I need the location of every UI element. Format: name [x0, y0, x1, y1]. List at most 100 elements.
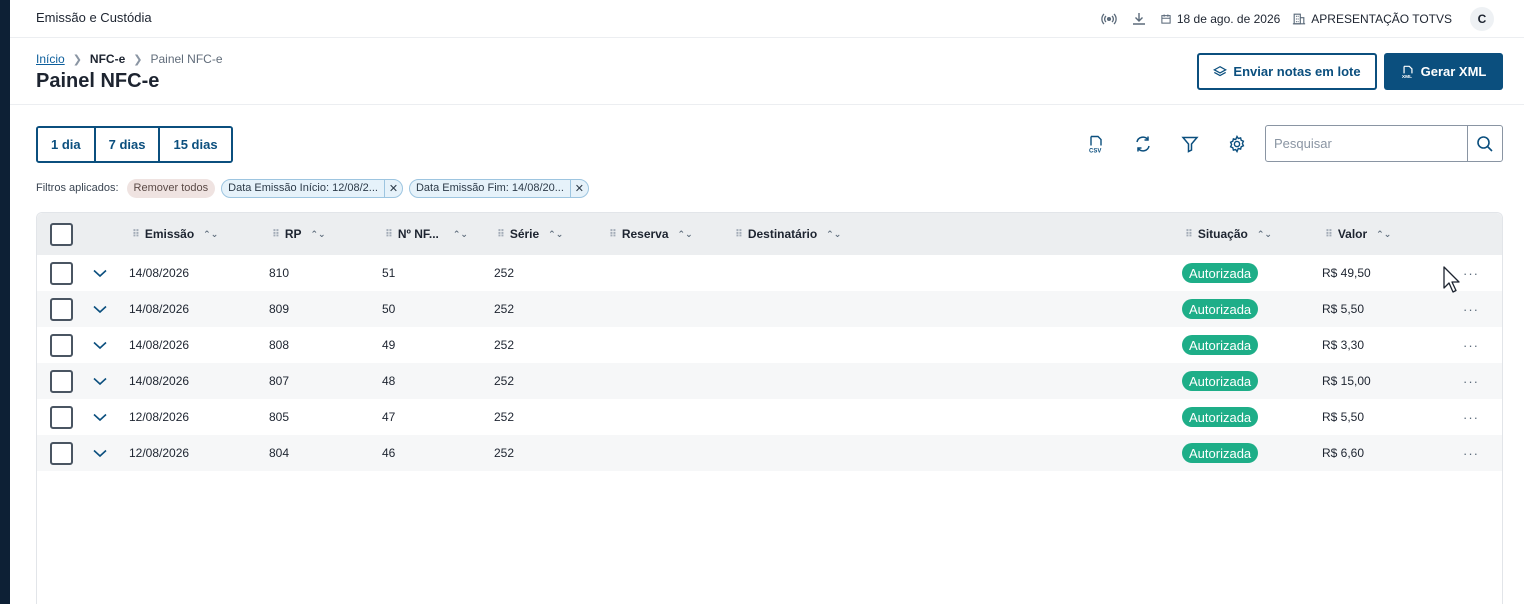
status-badge: Autorizada	[1182, 407, 1259, 427]
breadcrumb: Início ❯ NFC-e ❯ Painel NFC-e	[36, 52, 223, 66]
chevron-down-icon[interactable]	[91, 336, 109, 354]
radio-signal-icon[interactable]	[1100, 10, 1118, 28]
column-destinatario[interactable]: ⠿ Destinatário ⌃⌄	[735, 213, 841, 255]
column-nf[interactable]: ⠿ Nº NF... ⌃⌄	[385, 213, 468, 255]
drag-handle-icon[interactable]: ⠿	[609, 229, 617, 240]
drag-handle-icon[interactable]: ⠿	[497, 229, 505, 240]
drag-handle-icon[interactable]: ⠿	[1185, 229, 1193, 240]
table-row[interactable]: 12/08/2026 805 47 252 Autorizada R$ 5,50…	[37, 399, 1502, 435]
send-batch-label: Enviar notas em lote	[1233, 64, 1361, 79]
table-row[interactable]: 14/08/2026 807 48 252 Autorizada R$ 15,0…	[37, 363, 1502, 399]
remove-all-filters-button[interactable]: Remover todos	[126, 178, 216, 198]
period-15-days[interactable]: 15 dias	[160, 128, 231, 161]
cell-rp: 809	[269, 302, 290, 316]
generate-xml-label: Gerar XML	[1420, 64, 1487, 79]
search-input[interactable]	[1266, 126, 1467, 161]
table-row[interactable]: 14/08/2026 808 49 252 Autorizada R$ 3,30…	[37, 327, 1502, 363]
chevron-down-icon[interactable]	[91, 264, 109, 282]
more-icon[interactable]: ···	[1463, 399, 1479, 435]
cell-nf: 50	[382, 302, 396, 316]
send-batch-button[interactable]: Enviar notas em lote	[1197, 53, 1377, 90]
breadcrumb-section[interactable]: NFC-e	[90, 52, 125, 66]
chevron-down-icon[interactable]	[91, 444, 109, 462]
close-icon[interactable]: ✕	[569, 179, 588, 197]
column-nf-label: Nº NF...	[397, 227, 439, 241]
cell-valor: R$ 6,60	[1322, 446, 1365, 460]
row-checkbox[interactable]	[50, 262, 73, 285]
close-icon[interactable]: ✕	[383, 179, 402, 197]
avatar[interactable]: C	[1470, 7, 1494, 31]
sort-icon[interactable]: ⌃⌄	[548, 229, 563, 240]
table-row[interactable]: 14/08/2026 810 51 252 Autorizada R$ 49,5…	[37, 255, 1502, 291]
cell-valor: R$ 3,30	[1322, 338, 1365, 352]
column-emissao[interactable]: ⠿ Emissão ⌃⌄	[132, 213, 218, 255]
row-checkbox[interactable]	[50, 370, 73, 393]
period-7-days[interactable]: 7 dias	[95, 128, 161, 161]
row-checkbox[interactable]	[50, 334, 73, 357]
cell-emissao: 12/08/2026	[129, 446, 190, 460]
table-row[interactable]: 14/08/2026 809 50 252 Autorizada R$ 5,50…	[37, 291, 1502, 327]
cell-emissao: 14/08/2026	[129, 374, 190, 388]
cell-situacao: Autorizada	[1182, 291, 1259, 327]
sort-icon[interactable]: ⌃⌄	[1257, 229, 1272, 240]
cell-nf: 49	[382, 338, 396, 352]
generate-xml-button[interactable]: XML Gerar XML	[1384, 53, 1503, 90]
row-checkbox[interactable]	[50, 406, 73, 429]
table-header: ⠿ Emissão ⌃⌄ ⠿ RP ⌃⌄ ⠿ Nº NF... ⌃⌄ ⠿ Sér…	[37, 213, 1502, 255]
download-icon[interactable]	[1130, 10, 1148, 28]
table-row[interactable]: 12/08/2026 804 46 252 Autorizada R$ 6,60…	[37, 435, 1502, 471]
column-situacao[interactable]: ⠿ Situação ⌃⌄	[1185, 213, 1272, 255]
column-reserva[interactable]: ⠿ Reserva ⌃⌄	[609, 213, 693, 255]
sort-icon[interactable]: ⌃⌄	[678, 229, 693, 240]
chevron-down-icon[interactable]	[91, 408, 109, 426]
cell-nf: 46	[382, 446, 396, 460]
xml-file-icon: XML	[1401, 65, 1415, 79]
cell-serie: 252	[494, 302, 515, 316]
more-icon[interactable]: ···	[1463, 363, 1479, 399]
gear-icon[interactable]	[1225, 132, 1249, 156]
layers-icon	[1213, 65, 1228, 79]
filter-chip-start-date: Data Emissão Início: 12/08/2... ✕	[221, 178, 403, 198]
column-serie-label: Série	[509, 227, 540, 241]
drag-handle-icon[interactable]: ⠿	[1325, 229, 1333, 240]
sort-icon[interactable]: ⌃⌄	[453, 229, 468, 240]
sort-icon[interactable]: ⌃⌄	[826, 229, 841, 240]
more-icon[interactable]: ···	[1463, 291, 1479, 327]
chevron-down-icon[interactable]	[91, 300, 109, 318]
cell-emissao: 14/08/2026	[129, 338, 190, 352]
company-selector[interactable]: APRESENTAÇÃO TOTVS	[1292, 10, 1452, 28]
select-all-checkbox[interactable]	[50, 223, 73, 246]
drag-handle-icon[interactable]: ⠿	[385, 229, 393, 240]
more-icon[interactable]: ···	[1463, 255, 1479, 291]
sort-icon[interactable]: ⌃⌄	[203, 229, 218, 240]
column-serie[interactable]: ⠿ Série ⌃⌄	[497, 213, 563, 255]
chevron-right-icon: ❯	[72, 53, 82, 66]
search-button[interactable]	[1467, 126, 1502, 161]
cell-nf: 48	[382, 374, 396, 388]
chevron-down-icon[interactable]	[91, 372, 109, 390]
cell-situacao: Autorizada	[1182, 327, 1259, 363]
drag-handle-icon[interactable]: ⠿	[735, 229, 743, 240]
svg-text:CSV: CSV	[1089, 149, 1101, 155]
column-rp[interactable]: ⠿ RP ⌃⌄	[272, 213, 326, 255]
breadcrumb-home-link[interactable]: Início	[36, 52, 65, 66]
row-checkbox[interactable]	[50, 298, 73, 321]
more-icon[interactable]: ···	[1463, 327, 1479, 363]
drag-handle-icon[interactable]: ⠿	[132, 229, 140, 240]
current-date: 18 de ago. de 2026	[1160, 10, 1280, 28]
building-icon	[1292, 10, 1306, 28]
refresh-icon[interactable]	[1131, 132, 1155, 156]
period-1-day[interactable]: 1 dia	[38, 128, 96, 161]
company-name: APRESENTAÇÃO TOTVS	[1311, 12, 1452, 26]
status-badge: Autorizada	[1182, 263, 1259, 283]
cell-valor: R$ 15,00	[1322, 374, 1371, 388]
csv-icon[interactable]: CSV	[1084, 132, 1108, 156]
sort-icon[interactable]: ⌃⌄	[310, 229, 325, 240]
filter-icon[interactable]	[1178, 132, 1202, 156]
row-checkbox[interactable]	[50, 442, 73, 465]
sort-icon[interactable]: ⌃⌄	[1376, 229, 1391, 240]
column-valor[interactable]: ⠿ Valor ⌃⌄	[1325, 213, 1391, 255]
more-icon[interactable]: ···	[1463, 435, 1479, 471]
drag-handle-icon[interactable]: ⠿	[272, 229, 280, 240]
cell-rp: 808	[269, 338, 290, 352]
